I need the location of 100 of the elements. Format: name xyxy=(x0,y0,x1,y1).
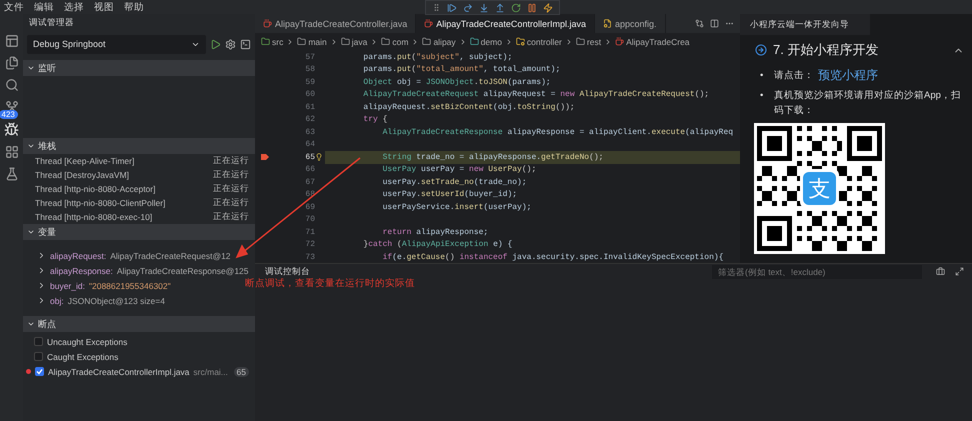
code-line: alipayRequest.setBizContent(obj.toString()); xyxy=(362,102,576,114)
breakpoint-label: AlipayTradeCreateControllerImpl.java xyxy=(48,366,190,376)
menu-item[interactable]: 选择 xyxy=(64,0,84,14)
line-number: 63 xyxy=(305,128,315,137)
section-title: 监听 xyxy=(38,62,56,74)
search-icon[interactable] xyxy=(4,78,18,92)
checkbox[interactable] xyxy=(34,337,43,346)
thread-name[interactable]: Thread [DestroyJavaVM] xyxy=(35,170,209,180)
files-icon[interactable] xyxy=(4,56,18,70)
line-number: 57 xyxy=(305,52,315,62)
variable-value: AlipayTradeCreateRequest@12 xyxy=(110,250,231,260)
section-header[interactable]: 变量 xyxy=(23,224,255,240)
thread-name[interactable]: Thread [http-nio-8080-Acceptor] xyxy=(35,184,209,194)
briefcase-icon[interactable] xyxy=(936,267,945,276)
variable-name[interactable]: obj: xyxy=(50,296,64,306)
variable-name[interactable]: buyer_id: xyxy=(50,280,85,290)
thread-status: 正在运行 xyxy=(213,169,249,181)
variable-value: "2088621955346302" xyxy=(88,280,171,290)
preview-link[interactable]: 预览小程序 xyxy=(818,68,878,83)
code-line: return alipayResponse; xyxy=(382,226,490,238)
code-line: AlipayTradeCreateRequest alipayRequest = new AlipayTradeCreateRequest(); xyxy=(362,89,710,101)
line-number: 72 xyxy=(305,240,315,250)
step-over-icon[interactable] xyxy=(463,2,473,12)
code-line: Object obj = JSONObject.toJSON(params); xyxy=(362,76,552,88)
restart-icon[interactable] xyxy=(511,2,521,12)
breadcrumb[interactable]: src xyxy=(261,36,284,46)
lightbulb-icon[interactable] xyxy=(315,153,323,162)
compare-icon[interactable] xyxy=(695,19,704,28)
section-header[interactable]: 监听 xyxy=(23,60,255,76)
folder-icon xyxy=(261,37,270,46)
bullet-text: 请点击： xyxy=(774,69,814,83)
folder-icon xyxy=(340,37,350,46)
thread-name[interactable]: Thread [http-nio-8080-exec-10] xyxy=(35,212,209,222)
folder-icon xyxy=(422,37,432,46)
annotation-text: 断点调试，查看变量在运行时的实际值 xyxy=(245,277,415,290)
menu-item[interactable]: 编辑 xyxy=(34,0,54,14)
grid-icon[interactable] xyxy=(4,145,18,159)
thread-status: 正在运行 xyxy=(213,155,249,167)
split-icon[interactable] xyxy=(710,19,719,28)
settings-icon[interactable] xyxy=(225,38,236,50)
drag-handle-icon[interactable] xyxy=(432,3,441,12)
line-number: 58 xyxy=(305,65,315,74)
panel-icon[interactable] xyxy=(4,34,18,48)
thread-status: 正在运行 xyxy=(213,197,249,209)
breadcrumb[interactable]: rest xyxy=(576,36,602,46)
folder-icon xyxy=(297,37,306,46)
line-number: 64 xyxy=(305,140,315,150)
variable-value: JSONObject@123 size=4 xyxy=(68,296,165,306)
panel-tab[interactable]: 小程序云端一体开发向导 xyxy=(740,14,870,35)
line-number: 59 xyxy=(305,78,315,87)
breadcrumb[interactable]: main xyxy=(297,36,327,46)
folder-icon xyxy=(576,37,585,46)
code-line: params.put("total_amount", total_amount); xyxy=(362,64,562,76)
menu-item[interactable]: 文件 xyxy=(4,0,24,14)
thread-name[interactable]: Thread [Keep-Alive-Timer] xyxy=(35,156,209,166)
section-header[interactable]: 断点 xyxy=(23,316,255,332)
config-dropdown[interactable]: Debug Springboot xyxy=(27,34,206,54)
editor-tab[interactable]: AlipayTradeCreateControllerImpl.java xyxy=(416,14,595,33)
continue-icon[interactable] xyxy=(447,2,457,12)
variable-name[interactable]: alipayResponse: xyxy=(50,266,113,276)
breakpoint-label: Uncaught Exceptions xyxy=(47,336,128,346)
variable-value: AlipayTradeCreateResponse@125 xyxy=(116,266,248,276)
checkbox[interactable] xyxy=(35,367,44,376)
thread-name[interactable]: Thread [http-nio-8080-ClientPoller] xyxy=(35,198,209,208)
code-line: if(e.getCause() instanceof java.security.spec.InvalidKeySpecException){ xyxy=(382,252,724,263)
line-number: 67 xyxy=(305,178,315,187)
line-number: 62 xyxy=(305,115,315,124)
filter-field[interactable]: 筛选器(例如 text、!exclude) xyxy=(712,264,922,278)
menu-item[interactable]: 视图 xyxy=(94,0,114,14)
breadcrumb[interactable]: com xyxy=(381,36,408,46)
breadcrumb[interactable]: java xyxy=(340,36,368,46)
coffee-cup-icon xyxy=(615,37,624,46)
terminal-icon[interactable] xyxy=(240,38,251,50)
breadcrumb[interactable]: alipay xyxy=(422,36,456,46)
bug-icon[interactable] xyxy=(4,122,19,137)
breadcrumb[interactable]: demo xyxy=(470,36,502,46)
checkbox[interactable] xyxy=(34,352,43,361)
thread-status: 正在运行 xyxy=(213,183,249,195)
section-header[interactable]: 堆栈 xyxy=(23,138,255,154)
line-number: 66 xyxy=(305,165,315,174)
pause-icon[interactable] xyxy=(527,2,537,12)
code-line: AlipayTradeCreateResponse alipayResponse = alipayClient.execute(alipayReq xyxy=(382,126,734,138)
breadcrumb[interactable]: controller xyxy=(516,36,562,46)
breakpoint-path: src/mai... xyxy=(193,366,228,376)
section-title: 断点 xyxy=(38,318,56,330)
maximize-icon[interactable] xyxy=(955,267,964,276)
code-line: try { xyxy=(362,114,388,126)
flask-icon[interactable] xyxy=(4,167,18,181)
menu-item[interactable]: 帮助 xyxy=(124,0,144,14)
folder-icon xyxy=(470,37,479,46)
count-badge: 423 xyxy=(0,110,18,119)
step-into-icon[interactable] xyxy=(479,2,489,12)
variable-name[interactable]: alipayRequest: xyxy=(50,250,106,260)
breadcrumb[interactable]: AlipayTradeCrea xyxy=(615,36,690,46)
console-tab[interactable]: 调试控制台 xyxy=(255,266,310,278)
lightning-icon[interactable] xyxy=(543,2,553,12)
play-icon[interactable] xyxy=(210,38,221,50)
code-line: UserPay userPay = new UserPay(); xyxy=(382,164,538,176)
step-out-icon[interactable] xyxy=(495,2,505,12)
line-number: 60 xyxy=(305,90,315,100)
